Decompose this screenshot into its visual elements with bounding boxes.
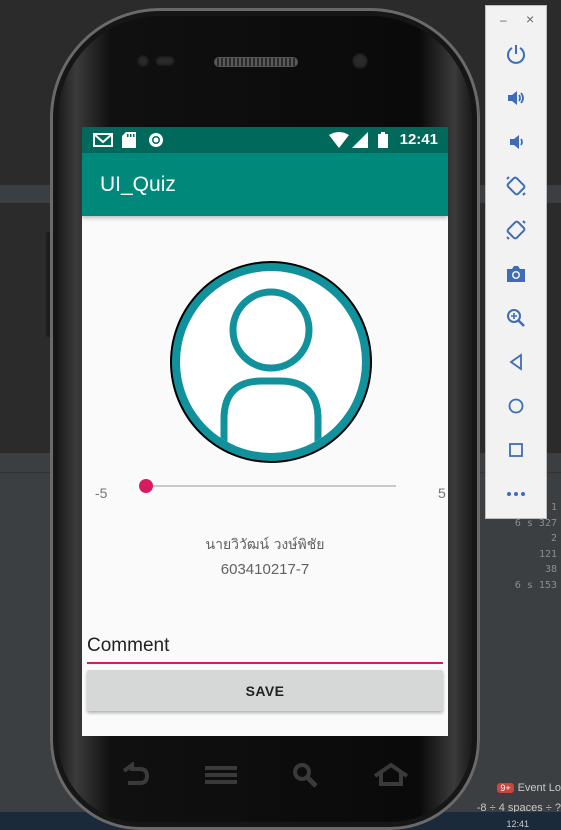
comment-input[interactable]: Comment	[87, 634, 443, 664]
seekbar-track[interactable]	[146, 485, 396, 487]
sync-icon	[148, 132, 164, 148]
cell-signal-icon	[352, 132, 368, 148]
back-icon[interactable]	[120, 761, 150, 792]
seekbar-max-label: 5	[438, 485, 446, 501]
app-bar: UI_Quiz	[82, 153, 448, 216]
menu-icon[interactable]	[205, 762, 237, 792]
profile-avatar[interactable]	[168, 259, 374, 465]
power-icon[interactable]	[502, 40, 530, 68]
seekbar-min-label: -5	[95, 485, 108, 501]
emulator-close-button[interactable]: ×	[526, 11, 534, 27]
ide-stat: 38	[544, 564, 557, 575]
volume-down-icon[interactable]	[502, 128, 530, 156]
emulator-control-panel: – ×	[485, 5, 547, 519]
gmail-icon	[93, 132, 113, 148]
event-log-badge: 9+	[497, 783, 514, 793]
emulator-minimize-button[interactable]: –	[500, 13, 507, 27]
device-screen: 12:41 UI_Quiz -5 5 นายวิวัฒน์ วงษ์พิชัย …	[82, 127, 448, 736]
rotate-left-icon[interactable]	[502, 172, 530, 200]
student-id: 603410217-7	[220, 561, 310, 578]
seekbar-thumb[interactable]	[139, 479, 153, 493]
android-status-bar: 12:41	[82, 127, 448, 153]
student-name: นายวิวัฒน์ วงษ์พิชัย	[205, 537, 325, 553]
app-title: UI_Quiz	[100, 173, 176, 196]
comment-input-text: Comment	[87, 635, 170, 656]
overview-icon[interactable]	[502, 436, 530, 464]
phone-light-sensor-icon	[155, 56, 175, 66]
home-icon[interactable]	[373, 762, 409, 792]
zoom-icon[interactable]	[502, 304, 530, 332]
battery-icon	[378, 132, 388, 148]
ide-clock: 12:41	[506, 819, 529, 829]
wifi-icon	[329, 132, 349, 148]
ide-stat: 6 s 153	[514, 579, 557, 591]
back-icon[interactable]	[502, 348, 530, 376]
status-time: 12:41	[399, 131, 438, 148]
event-log-button[interactable]: 9+ Event Lo	[493, 780, 561, 796]
volume-up-icon[interactable]	[502, 84, 530, 112]
search-icon[interactable]	[292, 762, 320, 792]
ide-stat: 121	[538, 548, 557, 560]
phone-earpiece	[214, 57, 298, 67]
person-icon	[170, 261, 372, 463]
rotate-right-icon[interactable]	[502, 216, 530, 244]
camera-icon[interactable]	[502, 260, 530, 288]
event-log-label: Event Lo	[517, 782, 561, 794]
front-camera-icon	[352, 53, 368, 69]
home-icon[interactable]	[502, 392, 530, 420]
value-seekbar[interactable]: -5 5	[82, 479, 448, 504]
ide-stat: 2	[550, 533, 557, 544]
save-button[interactable]: SAVE	[87, 670, 443, 711]
more-icon[interactable]	[502, 480, 530, 508]
sd-card-icon	[122, 132, 136, 148]
phone-sensor-icon	[137, 55, 149, 67]
